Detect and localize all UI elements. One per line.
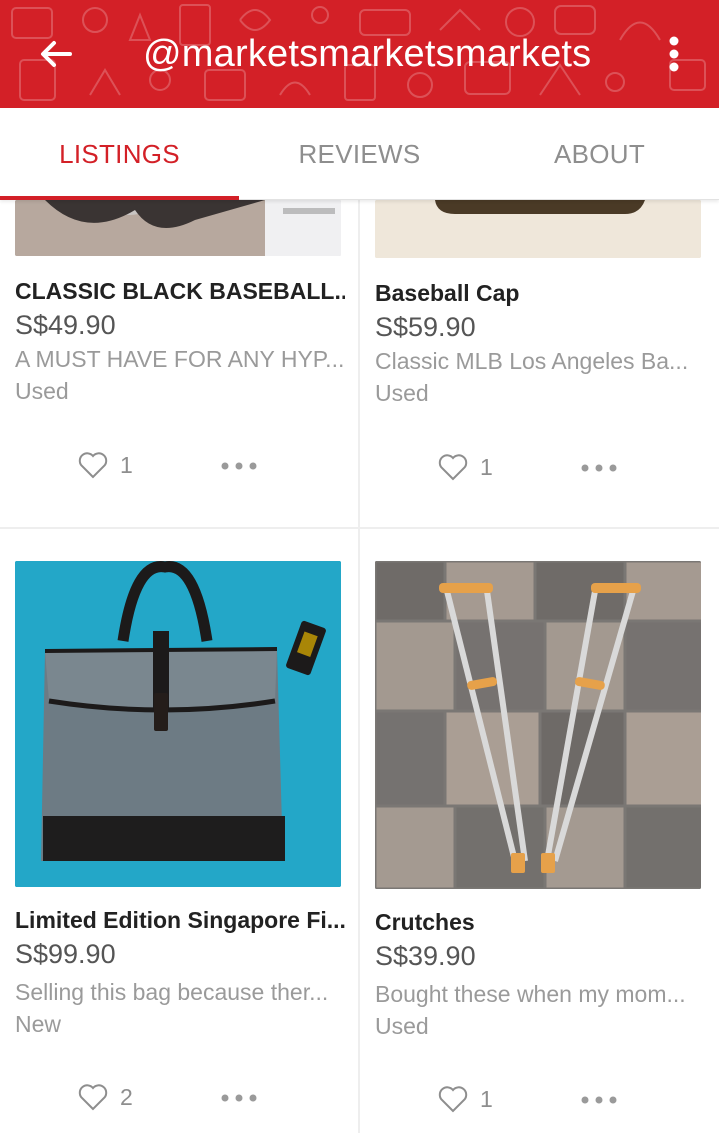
profile-tabs: LISTINGS REVIEWS ABOUT — [0, 108, 719, 200]
like-count: 1 — [120, 451, 133, 478]
tab-about[interactable]: ABOUT — [480, 108, 719, 200]
like-button[interactable]: 1 — [438, 453, 493, 481]
active-tab-indicator — [0, 196, 239, 200]
overflow-menu-button[interactable] — [654, 30, 694, 78]
arrow-left-icon — [41, 41, 72, 67]
crutches-photo — [375, 561, 701, 889]
listing-card[interactable]: CLASSIC BLACK BASEBALL... S$49.90 A MUST… — [0, 200, 358, 527]
baseball-cap-photo — [375, 200, 701, 258]
page-title: @marketsmarketsmarkets — [143, 33, 592, 75]
like-button[interactable]: 2 — [78, 1083, 133, 1111]
like-count: 1 — [480, 453, 493, 480]
listing-description: A MUST HAVE FOR ANY HYP... — [15, 346, 345, 372]
listing-image[interactable] — [375, 561, 701, 889]
heart-icon — [78, 452, 108, 479]
listing-condition: Used — [375, 1013, 429, 1039]
more-options-button[interactable] — [578, 456, 620, 480]
listing-image[interactable] — [375, 200, 701, 258]
listing-card[interactable]: Crutches S$39.90 Bought these when my mo… — [360, 529, 718, 1133]
listing-price: S$39.90 — [375, 941, 476, 971]
more-horizontal-icon — [581, 1096, 617, 1104]
listing-description: Selling this bag because ther... — [15, 979, 329, 1005]
listing-card[interactable]: Baseball Cap S$59.90 Classic MLB Los Ang… — [360, 200, 718, 527]
heart-icon — [438, 454, 468, 481]
listing-description: Classic MLB Los Angeles Ba... — [375, 348, 689, 374]
listing-price: S$49.90 — [15, 310, 116, 340]
more-horizontal-icon — [221, 1094, 257, 1102]
more-vertical-icon — [669, 36, 679, 72]
listing-title: Limited Edition Singapore Fi... — [15, 907, 345, 933]
more-options-button[interactable] — [218, 454, 260, 478]
listing-price: S$59.90 — [375, 312, 476, 342]
listing-price: S$99.90 — [15, 939, 116, 969]
listing-title: Baseball Cap — [375, 280, 520, 306]
grey-tote-bag-photo — [15, 561, 341, 887]
like-count: 1 — [480, 1085, 493, 1112]
back-button[interactable] — [32, 30, 80, 78]
like-button[interactable]: 1 — [438, 1085, 493, 1113]
listing-description: Bought these when my mom... — [375, 981, 686, 1007]
more-options-button[interactable] — [218, 1086, 260, 1110]
listing-condition: Used — [15, 378, 69, 404]
listings-grid: CLASSIC BLACK BASEBALL... S$49.90 A MUST… — [0, 200, 719, 1133]
listing-title: Crutches — [375, 909, 475, 935]
heart-icon — [438, 1086, 468, 1113]
tab-reviews[interactable]: REVIEWS — [240, 108, 479, 200]
tab-listings[interactable]: LISTINGS — [0, 108, 239, 200]
more-options-button[interactable] — [578, 1088, 620, 1112]
listing-image[interactable] — [15, 200, 341, 256]
more-horizontal-icon — [581, 464, 617, 472]
listing-image[interactable] — [15, 561, 341, 887]
black-cap-photo — [15, 200, 341, 256]
listing-card[interactable]: Limited Edition Singapore Fi... S$99.90 … — [0, 529, 358, 1133]
listing-condition: Used — [375, 380, 429, 406]
app-header: @marketsmarketsmarkets — [0, 0, 719, 108]
like-count: 2 — [120, 1083, 133, 1110]
more-horizontal-icon — [221, 462, 257, 470]
listing-condition: New — [15, 1011, 62, 1037]
like-button[interactable]: 1 — [78, 451, 133, 479]
listing-title: CLASSIC BLACK BASEBALL... — [15, 278, 345, 304]
heart-icon — [78, 1084, 108, 1111]
